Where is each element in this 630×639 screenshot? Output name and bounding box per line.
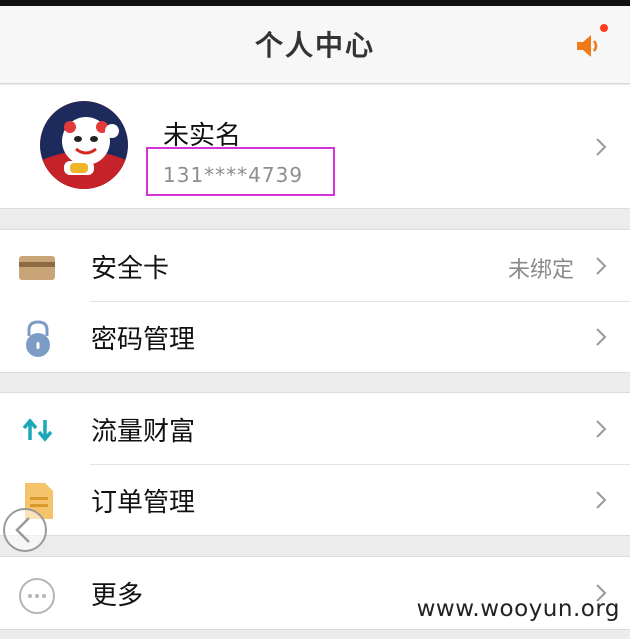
chevron-right-icon [596, 257, 607, 275]
lucky-cat-avatar-image [40, 101, 128, 189]
list-item-security-card[interactable]: 安全卡 未绑定 [0, 230, 630, 301]
up-down-arrows-icon [22, 418, 53, 442]
chevron-right-icon [596, 420, 607, 438]
finance-group: 流量财富 订单管理 [0, 392, 630, 536]
profile-phone: 131****4739 [163, 163, 304, 187]
security-group: 安全卡 未绑定 密码管理 [0, 229, 630, 373]
bank-card-icon [19, 256, 55, 280]
chevron-right-icon [596, 491, 607, 509]
watermark: www.wooyun.org [416, 596, 620, 622]
page-title: 个人中心 [254, 29, 375, 62]
speaker-icon[interactable] [574, 32, 602, 60]
list-item-label: 密码管理 [91, 325, 196, 355]
bind-status: 未绑定 [507, 258, 574, 283]
chevron-right-icon [596, 138, 607, 156]
chevron-left-icon [15, 517, 30, 543]
app-header: 个人中心 [0, 6, 630, 84]
list-item-label: 订单管理 [91, 488, 196, 518]
list-item-password[interactable]: 密码管理 [0, 301, 630, 372]
list-item-label: 安全卡 [91, 254, 170, 284]
list-item-traffic-wealth[interactable]: 流量财富 [0, 393, 630, 464]
more-dots-icon [19, 578, 55, 614]
avatar[interactable] [40, 101, 128, 189]
profile-card[interactable]: 未实名 131****4739 [0, 85, 630, 209]
chevron-right-icon [596, 328, 607, 346]
notification-dot [600, 24, 608, 32]
list-item-orders[interactable]: 订单管理 [0, 464, 630, 535]
floating-back-button[interactable] [3, 508, 47, 552]
list-item-label: 流量财富 [91, 417, 196, 447]
lock-icon [26, 320, 50, 357]
list-item-label: 更多 [91, 581, 144, 611]
